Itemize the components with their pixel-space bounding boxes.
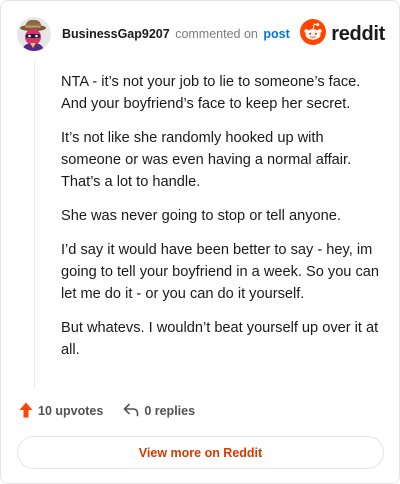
username[interactable]: BusinessGap9207 <box>62 27 170 41</box>
comment-paragraph: I’d say it would have been better to say… <box>61 242 380 302</box>
avatar[interactable] <box>17 17 51 51</box>
view-more-button[interactable]: View more on Reddit <box>17 436 384 469</box>
comment-paragraph: But whatevs. I wouldn’t beat yourself up… <box>61 320 379 358</box>
reddit-wordmark: reddit <box>331 22 385 45</box>
upvote-count: 10 upvotes <box>38 404 104 418</box>
reddit-logo[interactable]: reddit <box>300 18 385 50</box>
comment-card: BusinessGap9207 commented on post reddit <box>0 0 400 484</box>
thread-line <box>34 61 35 389</box>
comment-paragraph: NTA - it’s not your job to lie to someon… <box>61 74 361 112</box>
reddit-snoo-icon <box>300 18 327 50</box>
arrow-up-icon <box>19 402 38 421</box>
comment-body: NTA - it’s not your job to lie to someon… <box>61 71 381 373</box>
comment-actions: 10 upvotes 0 replies <box>19 401 195 421</box>
comment-paragraph: She was never going to stop or tell anyo… <box>61 208 341 224</box>
upvote-action[interactable]: 10 upvotes <box>19 402 103 421</box>
replies-action[interactable]: 0 replies <box>123 403 195 420</box>
post-link[interactable]: post <box>263 27 289 41</box>
comment-paragraph: It’s not like she randomly hooked up wit… <box>61 130 352 190</box>
reply-icon <box>123 403 144 420</box>
reply-count: 0 replies <box>144 404 196 418</box>
comment-header: BusinessGap9207 commented on post reddit <box>17 15 385 55</box>
commented-on-label: commented on <box>175 27 258 41</box>
comment-meta: BusinessGap9207 commented on post <box>62 26 290 42</box>
